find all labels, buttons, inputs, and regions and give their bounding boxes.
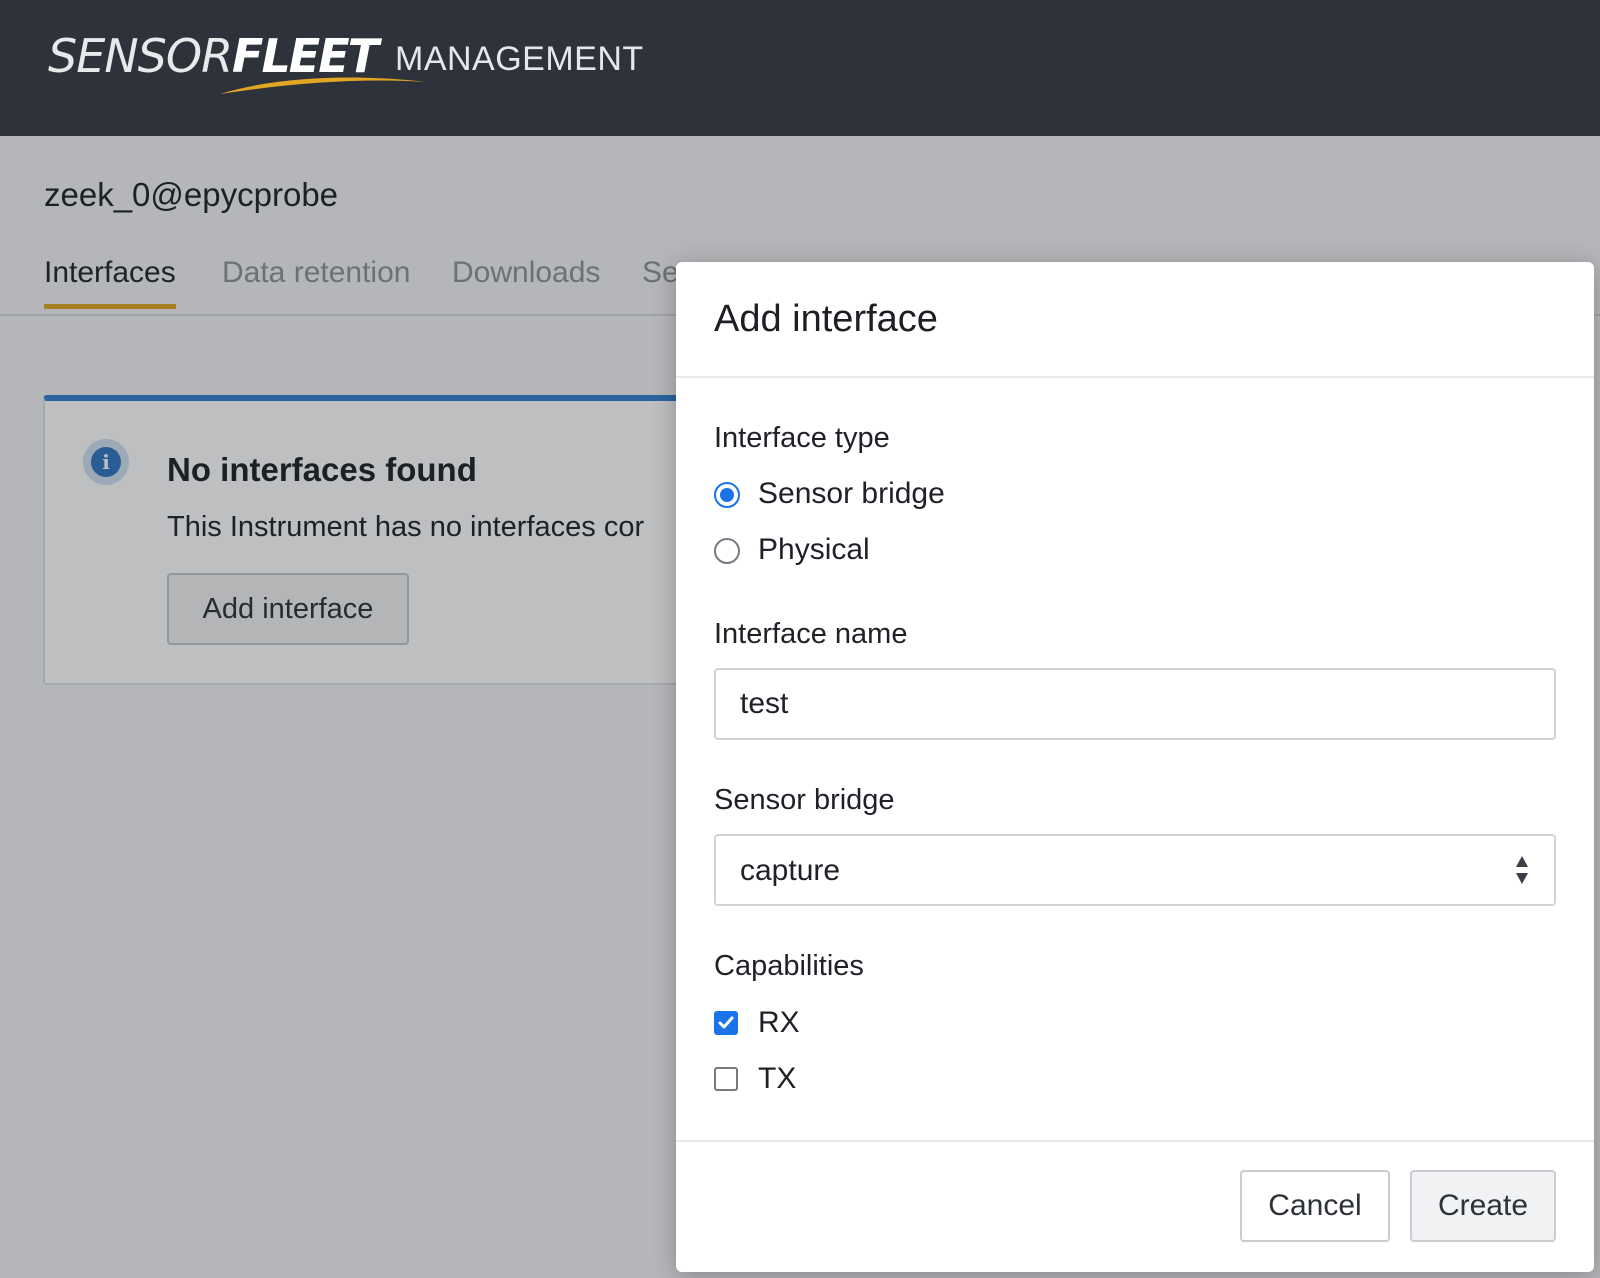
checkmark-icon	[718, 1016, 734, 1029]
sensorfleet-logo[interactable]: SENSOR FLEET	[48, 28, 426, 94]
interface-type-label: Interface type	[714, 422, 890, 454]
select-updown-icon	[1516, 856, 1528, 884]
capabilities-label: Capabilities	[714, 950, 864, 982]
sensor-bridge-label: Sensor bridge	[714, 784, 895, 816]
sensor-bridge-select-value: capture	[740, 854, 841, 887]
rx-checkbox-label[interactable]: RX	[758, 1006, 800, 1040]
logo-sensor-text: SENSOR	[48, 29, 233, 83]
logo-management-text: MANAGEMENT	[395, 40, 644, 78]
tx-checkbox-label[interactable]: TX	[758, 1062, 796, 1096]
create-button[interactable]: Create	[1410, 1170, 1556, 1242]
sensor-bridge-radio-label[interactable]: Sensor bridge	[758, 477, 945, 511]
modal-footer-divider	[676, 1140, 1594, 1142]
sensor-bridge-radio[interactable]	[714, 482, 740, 508]
interface-name-input[interactable]	[714, 668, 1556, 740]
modal-header: Add interface	[676, 262, 1594, 378]
tx-checkbox[interactable]	[714, 1067, 738, 1091]
physical-radio[interactable]	[714, 538, 740, 564]
interface-name-label: Interface name	[714, 618, 908, 650]
cancel-button[interactable]: Cancel	[1240, 1170, 1390, 1242]
sensor-bridge-select[interactable]: capture	[714, 834, 1556, 906]
add-interface-modal: Add interface Interface type Sensor brid…	[676, 262, 1594, 1272]
rx-checkbox[interactable]	[714, 1011, 738, 1035]
modal-title: Add interface	[714, 298, 938, 340]
top-bar: SENSOR FLEET MANAGEMENT	[0, 0, 1600, 136]
physical-radio-label[interactable]: Physical	[758, 533, 870, 567]
